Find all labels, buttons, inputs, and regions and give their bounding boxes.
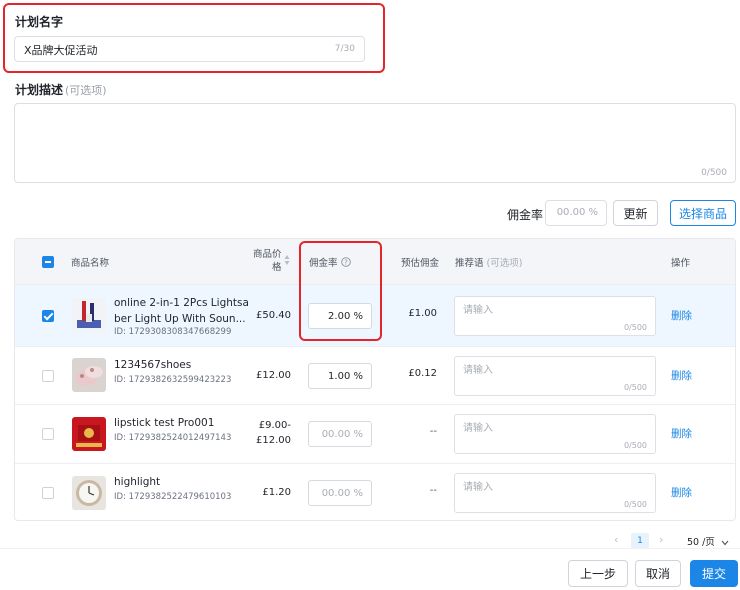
plan-name-counter: 7/30 <box>334 44 355 54</box>
product-price: £12.00 <box>256 370 291 381</box>
recommendation-input[interactable]: 请输入 0/500 <box>454 473 656 513</box>
plan-name-value: X品牌大促活动 <box>24 44 98 57</box>
product-id: ID: 1729382632599423223 <box>114 375 232 385</box>
header-actions: 操作 <box>671 258 691 269</box>
recommendation-input[interactable]: 请输入 0/500 <box>454 356 656 396</box>
recommendation-counter: 0/500 <box>623 500 647 509</box>
row-checkbox[interactable] <box>42 487 54 499</box>
sort-icon[interactable] <box>284 253 290 267</box>
product-thumbnail-highlight <box>72 476 106 510</box>
row-commission-input[interactable]: 00.00 % <box>308 421 372 447</box>
product-price-line2: £12.00 <box>256 435 291 446</box>
recommendation-placeholder: 请输入 <box>463 423 493 434</box>
product-price: £50.40 <box>256 310 291 321</box>
plan-desc-label-text: 计划描述 <box>15 83 64 97</box>
plan-name-input[interactable]: X品牌大促活动 7/30 <box>14 36 365 62</box>
recommendation-placeholder: 请输入 <box>463 482 493 493</box>
product-id: ID: 1729382522479610103 <box>114 492 232 502</box>
footer-divider <box>0 548 740 549</box>
product-thumbnail-shoes <box>72 358 106 392</box>
commission-column-highlight <box>299 241 382 341</box>
product-name-line2: ber Light Up With Soun... <box>114 313 246 325</box>
row-checkbox[interactable] <box>42 428 54 440</box>
recommendation-placeholder: 请输入 <box>463 365 493 376</box>
header-product-name: 商品名称 <box>71 258 110 269</box>
header-est-commission: 预估佣金 <box>401 258 440 269</box>
product-thumbnail-lipstick <box>72 417 106 451</box>
table-row: 1234567shoes ID: 1729382632599423223 £12… <box>15 346 735 404</box>
commission-rate-placeholder: 00.00 % <box>556 207 598 218</box>
commission-rate-input[interactable]: 00.00 % <box>545 200 607 226</box>
row-checkbox[interactable] <box>42 310 54 322</box>
product-id: ID: 1729308308347668299 <box>114 327 232 337</box>
header-recommendation: 推荐语 (可选项) <box>455 255 522 269</box>
plan-desc-counter: 0/500 <box>701 168 727 178</box>
product-name: 1234567shoes <box>114 359 192 371</box>
est-commission: £1.00 <box>408 308 437 319</box>
product-price: £9.00- £12.00 <box>256 418 291 448</box>
row-commission-input[interactable]: 1.00 % <box>308 363 372 389</box>
product-thumbnail-lightsaber <box>72 298 106 332</box>
page-size-select[interactable]: 50 /页 <box>687 534 729 548</box>
update-button[interactable]: 更新 <box>613 200 658 226</box>
page-size-value: 50 /页 <box>687 537 715 548</box>
plan-desc-textarea[interactable]: 0/500 <box>14 103 736 183</box>
product-name: online 2-in-1 2Pcs Lightsa ber Light Up … <box>114 295 249 327</box>
next-page-icon[interactable]: › <box>659 533 663 546</box>
plan-name-label: 计划名字 <box>15 15 64 29</box>
prev-page-icon[interactable]: ‹ <box>614 533 618 546</box>
delete-link[interactable]: 删除 <box>671 426 692 441</box>
cancel-button[interactable]: 取消 <box>635 560 681 587</box>
recommendation-input[interactable]: 请输入 0/500 <box>454 296 656 336</box>
header-recommendation-text: 推荐语 <box>455 258 484 269</box>
table-row: lipstick test Pro001 ID: 172938252401249… <box>15 404 735 463</box>
delete-link[interactable]: 删除 <box>671 485 692 500</box>
est-commission: £0.12 <box>408 368 437 379</box>
product-price: £1.20 <box>262 487 291 498</box>
recommendation-placeholder: 请输入 <box>463 305 493 316</box>
delete-link[interactable]: 删除 <box>671 368 692 383</box>
header-price: 商品价 格 <box>253 248 282 274</box>
row-commission-input[interactable]: 00.00 % <box>308 480 372 506</box>
est-commission: -- <box>429 426 437 437</box>
product-price-line1: £9.00- <box>258 420 291 431</box>
product-name-line1: online 2-in-1 2Pcs Lightsa <box>114 297 249 309</box>
est-commission: -- <box>429 485 437 496</box>
recommendation-counter: 0/500 <box>623 323 647 332</box>
recommendation-counter: 0/500 <box>623 441 647 450</box>
prev-step-button[interactable]: 上一步 <box>568 560 628 587</box>
product-name: lipstick test Pro001 <box>114 417 215 429</box>
table-row: highlight ID: 1729382522479610103 £1.20 … <box>15 463 735 520</box>
commission-rate-label: 佣金率 <box>507 208 544 222</box>
header-price-line1: 商品价 <box>253 249 282 260</box>
recommendation-counter: 0/500 <box>623 383 647 392</box>
delete-link[interactable]: 删除 <box>671 308 692 323</box>
select-all-checkbox[interactable] <box>42 256 54 268</box>
page-number-current[interactable]: 1 <box>631 533 649 549</box>
chevron-down-icon <box>721 538 729 546</box>
row-checkbox[interactable] <box>42 370 54 382</box>
header-price-line2: 格 <box>272 262 282 273</box>
product-name: highlight <box>114 476 161 488</box>
select-products-button[interactable]: 选择商品 <box>670 200 736 226</box>
plan-desc-optional: (可选项) <box>65 84 107 97</box>
product-id: ID: 1729382524012497143 <box>114 433 232 443</box>
header-recommendation-optional: (可选项) <box>486 258 523 269</box>
recommendation-input[interactable]: 请输入 0/500 <box>454 414 656 454</box>
plan-desc-label: 计划描述 (可选项) <box>15 81 107 98</box>
submit-button[interactable]: 提交 <box>690 560 738 587</box>
